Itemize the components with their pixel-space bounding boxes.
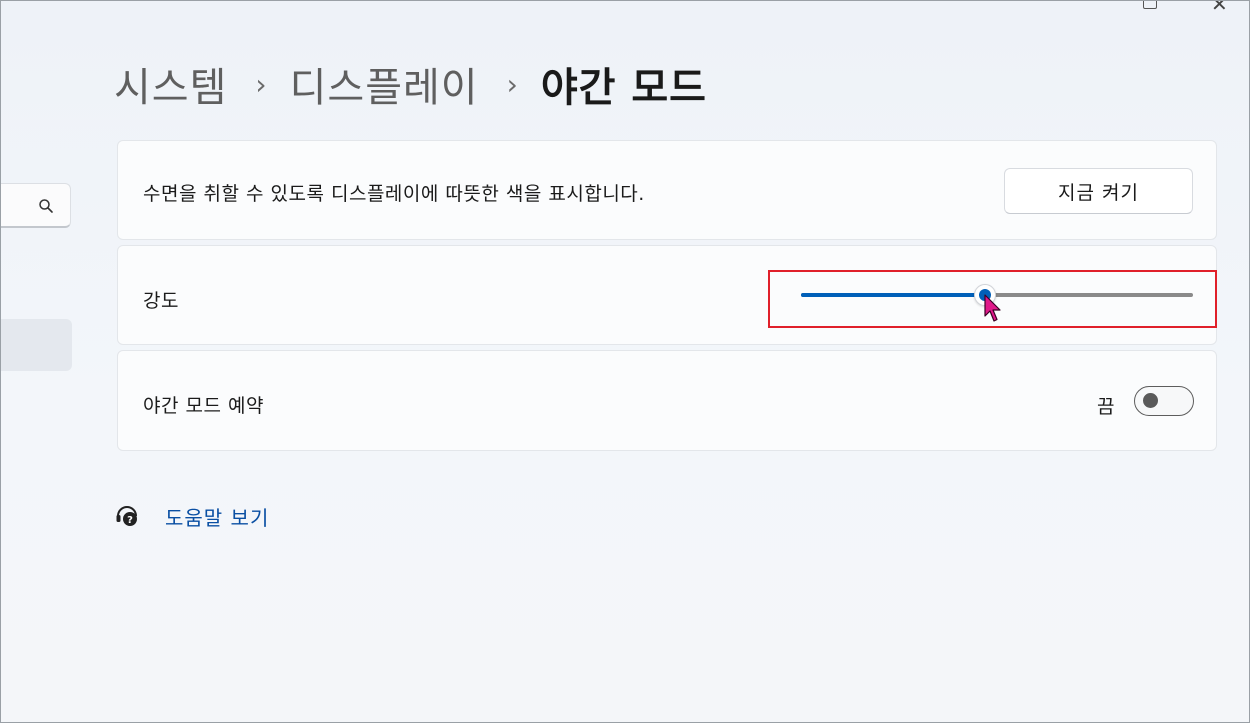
svg-text:?: ?: [127, 515, 133, 526]
turn-on-now-button[interactable]: 지금 켜기: [1004, 168, 1193, 214]
settings-window: ✕ 시스템 › 디스플레이 › 야간 모드 수면을 취할 수 있도록 디스플레이…: [0, 0, 1250, 723]
schedule-toggle[interactable]: [1134, 386, 1194, 416]
schedule-card: 야간 모드 예약 끔: [117, 350, 1217, 451]
get-help-link[interactable]: 도움말 보기: [165, 502, 269, 531]
search-input[interactable]: [1, 183, 71, 228]
toggle-state-label: 끔: [1097, 396, 1115, 418]
toggle-knob: [1143, 393, 1158, 408]
sidebar-item-selected[interactable]: [1, 319, 72, 371]
night-light-description: 수면을 취할 수 있도록 디스플레이에 따뜻한 색을 표시합니다.: [143, 183, 645, 205]
breadcrumb: 시스템 › 디스플레이 › 야간 모드: [114, 59, 707, 111]
breadcrumb-display[interactable]: 디스플레이: [290, 55, 479, 113]
breadcrumb-separator: ›: [255, 67, 268, 101]
strength-label: 강도: [143, 290, 179, 312]
breadcrumb-separator: ›: [506, 67, 519, 101]
search-icon: [39, 199, 53, 213]
help-headset-icon: ?: [116, 506, 137, 526]
night-light-description-card: 수면을 취할 수 있도록 디스플레이에 따뜻한 색을 표시합니다. 지금 켜기: [117, 140, 1217, 240]
page-title: 야간 모드: [540, 65, 707, 111]
mouse-cursor-icon: [984, 294, 1001, 322]
slider-fill: [801, 293, 985, 297]
restore-icon[interactable]: [1143, 1, 1157, 9]
breadcrumb-system[interactable]: 시스템: [114, 55, 227, 113]
schedule-label: 야간 모드 예약: [143, 395, 264, 417]
close-icon[interactable]: ✕: [1211, 1, 1228, 14]
